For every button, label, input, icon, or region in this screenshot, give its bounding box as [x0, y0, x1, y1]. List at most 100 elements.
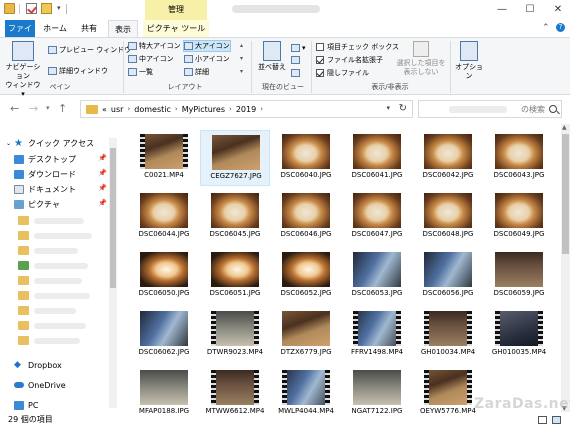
- checkbox[interactable]: [316, 43, 324, 51]
- recent-locations-icon[interactable]: ▾: [46, 104, 50, 112]
- close-button[interactable]: ✕: [546, 0, 570, 18]
- chevron-right-icon[interactable]: ›: [260, 105, 263, 113]
- search-input[interactable]: の検索: [418, 100, 562, 118]
- help-icon[interactable]: ?: [556, 23, 565, 32]
- chevron-right-icon[interactable]: ›: [229, 105, 232, 113]
- back-arrow-icon[interactable]: ←: [10, 102, 19, 115]
- tab-picture-tools[interactable]: ピクチャ ツール: [143, 20, 209, 37]
- nav-scrollbar[interactable]: [109, 138, 117, 408]
- file-grid-scrollbar[interactable]: ▲ ▼: [561, 124, 570, 412]
- file-item[interactable]: DSC06051.JPG: [200, 248, 270, 304]
- refresh-icon[interactable]: ↻: [399, 103, 407, 114]
- add-columns-button[interactable]: [291, 56, 302, 64]
- file-item[interactable]: CEGZ7627.JPG: [200, 130, 270, 186]
- scroll-thumb[interactable]: [110, 148, 116, 288]
- chevron-right-icon[interactable]: ›: [175, 105, 178, 113]
- details-pane-button[interactable]: 詳細ウィンドウ: [48, 66, 108, 76]
- file-item[interactable]: DSC06049.JPG: [484, 189, 554, 245]
- scroll-down-icon[interactable]: ▾: [240, 55, 243, 62]
- tab-view[interactable]: 表示: [108, 20, 138, 37]
- checkbox-checked[interactable]: [316, 56, 324, 64]
- file-item[interactable]: GH010034.MP4: [413, 307, 483, 363]
- nav-documents[interactable]: ドキュメント 📌: [14, 182, 107, 196]
- address-bar[interactable]: « usr › domestic › MyPictures › 2019 › ▾…: [80, 100, 413, 118]
- file-item[interactable]: DTWR9023.MP4: [200, 307, 270, 363]
- nav-quick-access[interactable]: ⌄ ★ クイック アクセス: [6, 136, 94, 150]
- sort-button[interactable]: 並べ替え: [256, 41, 288, 72]
- file-item[interactable]: DTZX6779.JPG: [271, 307, 341, 363]
- chevron-down-icon[interactable]: ⌄: [6, 140, 11, 147]
- file-item[interactable]: DSC06056.JPG: [413, 248, 483, 304]
- breadcrumb-2019[interactable]: 2019: [236, 105, 256, 114]
- file-item[interactable]: DSC06045.JPG: [200, 189, 270, 245]
- nav-dropbox[interactable]: ◆ Dropbox: [14, 358, 62, 372]
- nav-desktop[interactable]: デスクトップ 📌: [14, 152, 107, 166]
- file-item[interactable]: DSC06046.JPG: [271, 189, 341, 245]
- file-item[interactable]: DSC06041.JPG: [342, 130, 412, 186]
- folder-icon[interactable]: [18, 261, 29, 270]
- new-folder-icon[interactable]: [41, 3, 52, 14]
- layout-extra-large-icons[interactable]: 特大アイコン: [128, 41, 181, 51]
- chevron-down-icon[interactable]: ▾: [57, 4, 61, 12]
- file-item[interactable]: FFRV1498.MP4: [342, 307, 412, 363]
- nav-onedrive[interactable]: OneDrive: [14, 378, 66, 392]
- folder-icon[interactable]: [18, 216, 29, 225]
- file-extensions-toggle[interactable]: ファイル名拡張子: [316, 55, 383, 65]
- properties-icon[interactable]: [26, 3, 37, 14]
- scroll-up-icon[interactable]: ▲: [562, 124, 567, 131]
- maximize-button[interactable]: ☐: [518, 0, 542, 18]
- hidden-files-toggle[interactable]: 隠しファイル: [316, 68, 369, 78]
- folder-icon[interactable]: [18, 246, 29, 255]
- layout-medium-icons[interactable]: 中アイコン: [128, 54, 174, 64]
- breadcrumb-overflow[interactable]: «: [102, 105, 107, 114]
- minimize-button[interactable]: —: [490, 0, 514, 18]
- nav-downloads[interactable]: ダウンロード 📌: [14, 167, 107, 181]
- breadcrumb-usr[interactable]: usr: [111, 105, 124, 114]
- scroll-thumb[interactable]: [562, 134, 569, 254]
- scroll-up-icon[interactable]: ▴: [240, 42, 243, 49]
- folder-icon[interactable]: [18, 276, 29, 285]
- layout-list[interactable]: 一覧: [128, 67, 153, 77]
- file-item[interactable]: DSC06059.JPG: [484, 248, 554, 304]
- file-item[interactable]: DSC06044.JPG: [129, 189, 199, 245]
- file-item[interactable]: DSC06048.JPG: [413, 189, 483, 245]
- file-item[interactable]: DSC06040.JPG: [271, 130, 341, 186]
- file-item[interactable]: DSC06042.JPG: [413, 130, 483, 186]
- navigation-pane-button[interactable]: ナビゲーション ウィンドウ▾: [4, 41, 42, 99]
- search-icon[interactable]: [549, 105, 557, 113]
- folder-icon[interactable]: [18, 321, 29, 330]
- layout-small-icons[interactable]: 小アイコン: [184, 54, 230, 64]
- checkbox-checked[interactable]: [316, 69, 324, 77]
- preview-pane-button[interactable]: プレビュー ウィンドウ: [48, 45, 131, 55]
- folder-icon[interactable]: [18, 231, 29, 240]
- file-item[interactable]: DSC06047.JPG: [342, 189, 412, 245]
- tab-home[interactable]: ホーム: [40, 20, 70, 37]
- up-arrow-icon[interactable]: ↑: [58, 102, 67, 115]
- expand-icon[interactable]: ▾: [240, 68, 243, 75]
- file-item[interactable]: DSC06053.JPG: [342, 248, 412, 304]
- breadcrumb-mypictures[interactable]: MyPictures: [182, 105, 225, 114]
- group-by-button[interactable]: ▾: [291, 43, 306, 53]
- file-item[interactable]: DSC06050.JPG: [129, 248, 199, 304]
- folder-icon[interactable]: [18, 291, 29, 300]
- chevron-right-icon[interactable]: ›: [127, 105, 130, 113]
- hide-selected-button[interactable]: 選択した項目を 表示しない: [394, 41, 448, 77]
- size-columns-button[interactable]: [291, 69, 302, 77]
- folder-icon[interactable]: [18, 336, 29, 345]
- forward-arrow-icon[interactable]: →: [29, 102, 38, 115]
- item-checkboxes-toggle[interactable]: 項目チェック ボックス: [316, 42, 399, 52]
- chevron-down-icon[interactable]: ▾: [386, 104, 390, 112]
- file-item[interactable]: DSC06043.JPG: [484, 130, 554, 186]
- breadcrumb-domestic[interactable]: domestic: [134, 105, 171, 114]
- chevron-up-icon[interactable]: ⌃: [542, 23, 550, 33]
- file-item[interactable]: DSC06052.JPG: [271, 248, 341, 304]
- tab-file[interactable]: ファイル: [5, 20, 35, 50]
- file-item[interactable]: C0021.MP4: [129, 130, 199, 186]
- large-icons-view-icon[interactable]: [552, 416, 561, 424]
- file-item[interactable]: GH010035.MP4: [484, 307, 554, 363]
- tab-share[interactable]: 共有: [74, 20, 104, 37]
- nav-pictures[interactable]: ピクチャ 📌: [14, 197, 107, 211]
- layout-details[interactable]: 詳細: [184, 67, 209, 77]
- file-item[interactable]: DSC06062.JPG: [129, 307, 199, 363]
- nav-pc[interactable]: PC: [14, 398, 38, 412]
